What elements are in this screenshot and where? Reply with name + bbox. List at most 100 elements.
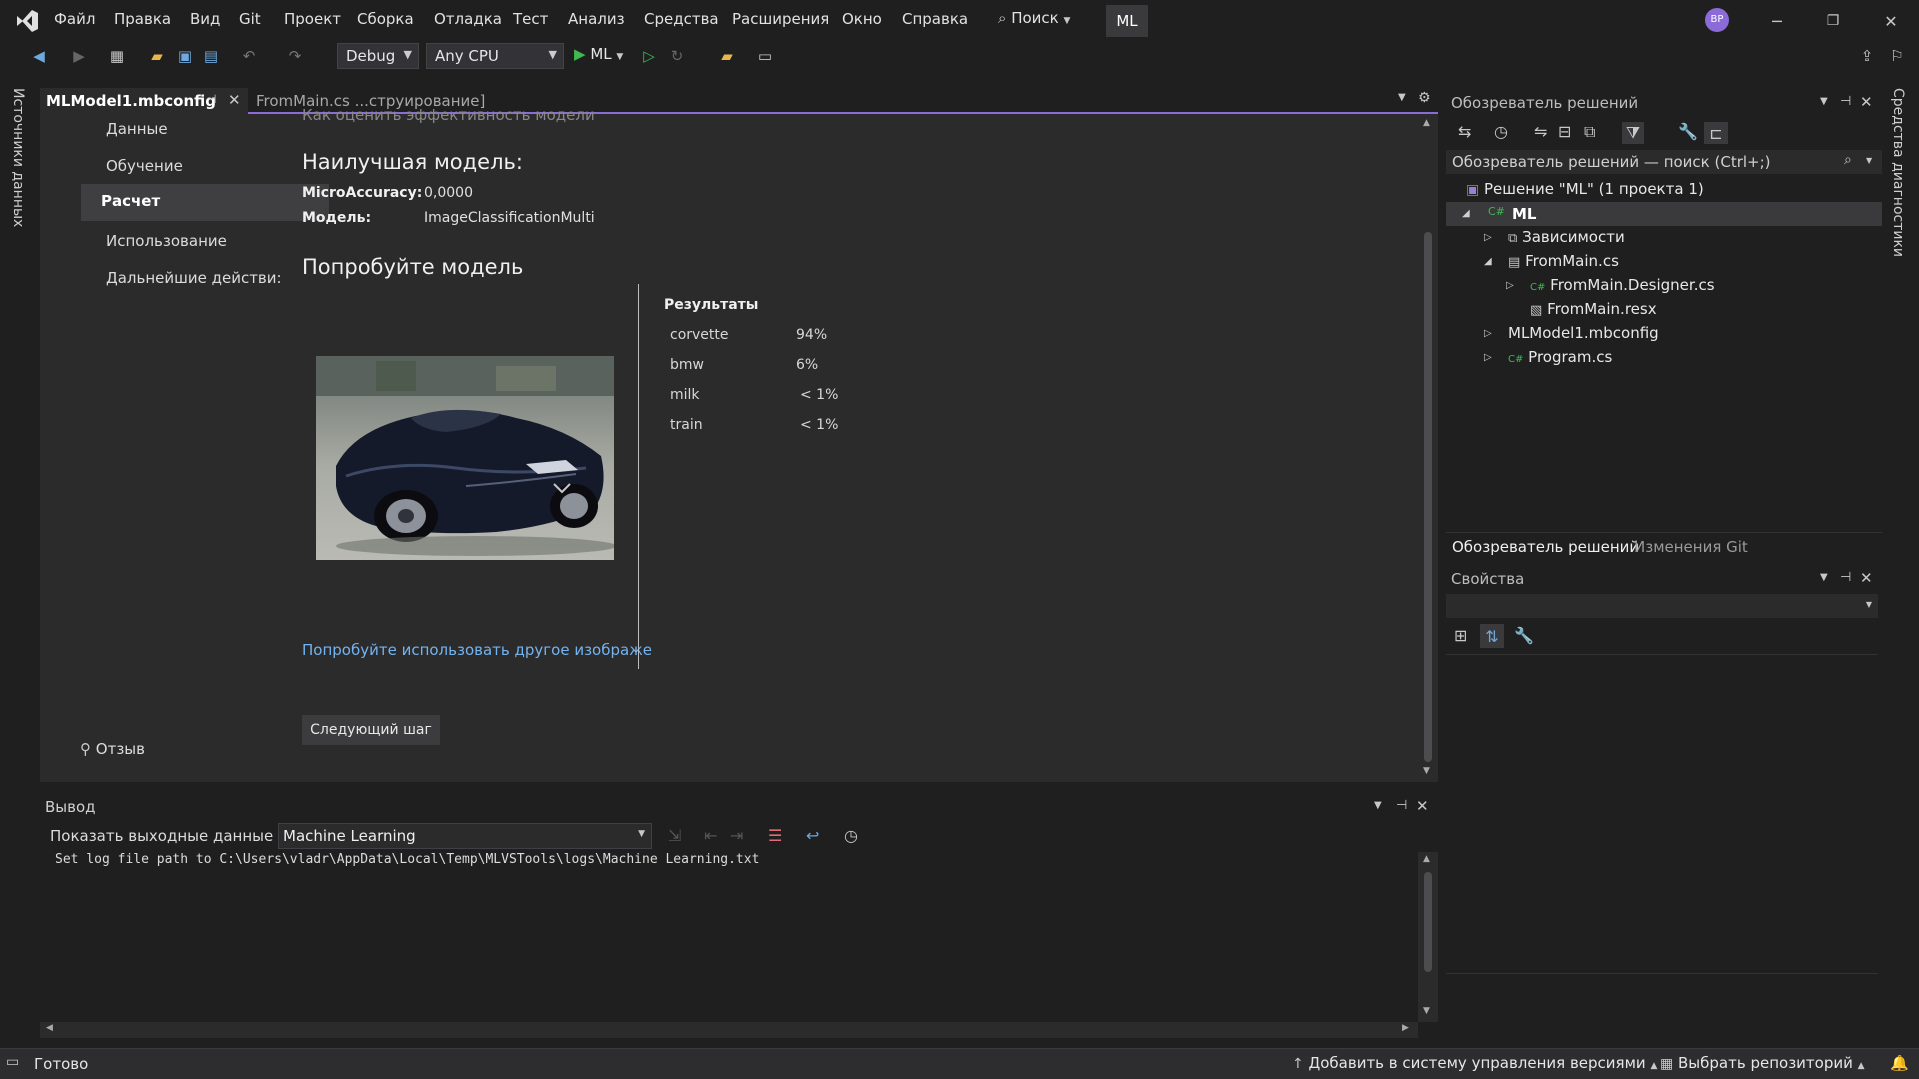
scroll-down-icon[interactable]: ▼ bbox=[1423, 1006, 1430, 1016]
switch-views-icon[interactable]: ⇆ bbox=[1458, 122, 1471, 141]
collapsed-arrow-icon[interactable]: ▷ bbox=[1484, 232, 1492, 243]
collapsed-arrow-icon[interactable]: ▷ bbox=[1484, 328, 1492, 339]
menu-window[interactable]: Окно bbox=[842, 10, 882, 28]
show-all-files-icon[interactable]: ⧉ bbox=[1584, 122, 1595, 142]
menu-file[interactable]: Файл bbox=[54, 10, 95, 28]
close-icon[interactable]: ✕ bbox=[1860, 93, 1873, 111]
tab-mlmodel1[interactable]: MLModel1.mbconfig ⊣ ✕ bbox=[40, 88, 248, 114]
filter-icon[interactable]: ⧩ bbox=[1622, 122, 1644, 144]
menu-edit[interactable]: Правка bbox=[114, 10, 171, 28]
close-icon[interactable]: ✕ bbox=[1860, 569, 1873, 587]
property-pages-icon[interactable]: 🔧 bbox=[1514, 626, 1534, 645]
hot-reload-icon[interactable]: ↻ bbox=[666, 45, 688, 67]
find-message-icon[interactable]: ⇲ bbox=[668, 826, 681, 845]
tree-item-dependencies[interactable]: ⧉ Зависимости bbox=[1508, 228, 1625, 246]
properties-wrench-icon[interactable]: 🔧 bbox=[1678, 122, 1698, 141]
data-sources-tab[interactable]: Источники данных bbox=[10, 88, 26, 228]
nav-training[interactable]: Обучение bbox=[106, 157, 183, 175]
history-icon[interactable]: ◷ bbox=[1494, 122, 1508, 141]
clear-all-icon[interactable]: ☰ bbox=[768, 826, 782, 845]
categorized-icon[interactable]: ⊞ bbox=[1454, 626, 1467, 645]
back-icon[interactable]: ◀ bbox=[28, 45, 50, 67]
undo-icon[interactable]: ↶ bbox=[238, 45, 260, 67]
alphabetical-icon[interactable]: ⇅ bbox=[1480, 624, 1504, 648]
minimize-icon[interactable]: ─ bbox=[1762, 6, 1792, 36]
nav-next-steps[interactable]: Дальнейшие действи: bbox=[106, 269, 282, 287]
menu-debug[interactable]: Отладка bbox=[434, 10, 502, 28]
tree-item-solution[interactable]: ▣ Решение "ML" (1 проекта 1) bbox=[1466, 180, 1704, 202]
clock-icon[interactable]: ◷ bbox=[844, 826, 858, 845]
next-step-button[interactable]: Следующий шаг bbox=[302, 715, 440, 745]
nav-data[interactable]: Данные bbox=[106, 120, 168, 138]
tree-item-frommain[interactable]: ▤ FromMain.cs bbox=[1508, 252, 1619, 270]
feedback-icon[interactable]: ⚐ bbox=[1886, 45, 1908, 67]
open-folder-icon[interactable]: ▰ bbox=[146, 45, 168, 67]
scroll-left-icon[interactable]: ◀ bbox=[46, 1023, 53, 1033]
output-vscrollbar[interactable]: ▲ ▼ bbox=[1418, 852, 1438, 1022]
platform-select[interactable]: Any CPU ▼ bbox=[426, 43, 564, 69]
layout-icon[interactable]: ▭ bbox=[754, 45, 776, 67]
properties-object-select[interactable]: ▼ bbox=[1446, 594, 1878, 618]
configuration-select[interactable]: Debug ▼ bbox=[337, 43, 419, 69]
start-without-debug-icon[interactable]: ▷ bbox=[638, 45, 660, 67]
redo-icon[interactable]: ↷ bbox=[284, 45, 306, 67]
tree-item-program[interactable]: C# Program.cs bbox=[1508, 348, 1612, 366]
tree-item-resx[interactable]: ▧ FromMain.resx bbox=[1530, 300, 1657, 318]
next-message-icon[interactable]: ⇥ bbox=[730, 826, 743, 845]
menu-help[interactable]: Справка bbox=[902, 10, 968, 28]
solution-folder-icon[interactable]: ▰ bbox=[716, 45, 738, 67]
sync-icon[interactable]: ⇋ bbox=[1534, 122, 1547, 141]
output-source-select[interactable]: Machine Learning ▼ bbox=[278, 823, 652, 849]
scroll-up-icon[interactable]: ▲ bbox=[1423, 854, 1430, 864]
forward-icon[interactable]: ▶ bbox=[68, 45, 90, 67]
pin-icon[interactable]: ⊣ bbox=[1396, 798, 1407, 813]
menu-tools[interactable]: Средства bbox=[644, 10, 719, 28]
scroll-thumb[interactable] bbox=[1424, 872, 1432, 972]
search-button[interactable]: ⌕ Поиск ▼ bbox=[998, 9, 1070, 33]
preview-icon[interactable]: ⊏ bbox=[1704, 122, 1728, 144]
menu-git[interactable]: Git bbox=[239, 10, 261, 28]
word-wrap-icon[interactable]: ↩ bbox=[806, 826, 819, 845]
editor-scrollbar[interactable]: ▲ ▼ bbox=[1418, 114, 1438, 782]
panel-menu-chevron-icon[interactable]: ▼ bbox=[1820, 96, 1828, 107]
feedback-link[interactable]: ⚲ Отзыв bbox=[80, 740, 145, 758]
pin-icon[interactable]: ⊣ bbox=[1840, 570, 1851, 585]
tab-solution-explorer[interactable]: Обозреватель решений bbox=[1452, 538, 1639, 556]
menu-view[interactable]: Вид bbox=[190, 10, 220, 28]
scroll-up-icon[interactable]: ▲ bbox=[1423, 118, 1430, 128]
expanded-arrow-icon[interactable]: ◢ bbox=[1484, 256, 1492, 267]
new-item-icon[interactable]: ▦ bbox=[106, 45, 128, 67]
add-to-source-control-button[interactable]: ↑ Добавить в систему управления версиями… bbox=[1292, 1054, 1657, 1072]
collapsed-arrow-icon[interactable]: ▷ bbox=[1484, 352, 1492, 363]
pin-icon[interactable]: ⊣ bbox=[1840, 94, 1851, 109]
tree-item-designer[interactable]: C# FromMain.Designer.cs bbox=[1530, 276, 1715, 294]
menu-project[interactable]: Проект bbox=[284, 10, 341, 28]
try-another-image-link[interactable]: Попробуйте использовать другое изображе bbox=[302, 641, 652, 659]
close-icon[interactable]: ✕ bbox=[1876, 6, 1906, 36]
close-icon[interactable]: ✕ bbox=[1416, 797, 1429, 815]
panel-menu-chevron-icon[interactable]: ▼ bbox=[1820, 572, 1828, 583]
tab-git-changes[interactable]: Изменения Git bbox=[1634, 538, 1748, 556]
restore-icon[interactable]: ❐ bbox=[1818, 6, 1848, 36]
solution-search-field[interactable]: Обозреватель решений — поиск (Ctrl+;) ⌕ … bbox=[1446, 150, 1882, 174]
gear-icon[interactable]: ⚙ bbox=[1418, 90, 1431, 106]
tree-item-mbconfig[interactable]: MLModel1.mbconfig bbox=[1508, 324, 1659, 342]
save-icon[interactable]: ▣ bbox=[174, 45, 196, 67]
save-all-icon[interactable]: ▤ bbox=[200, 45, 222, 67]
tab-list-chevron-icon[interactable]: ▼ bbox=[1398, 92, 1406, 103]
scroll-down-icon[interactable]: ▼ bbox=[1423, 766, 1430, 776]
output-text-area[interactable]: Set log file path to C:\Users\vladr\AppD… bbox=[40, 852, 1418, 1022]
panel-menu-chevron-icon[interactable]: ▼ bbox=[1374, 800, 1382, 811]
output-hscrollbar[interactable]: ◀ ▶ bbox=[40, 1022, 1418, 1038]
menu-test[interactable]: Тест bbox=[513, 10, 548, 28]
menu-extensions[interactable]: Расширения bbox=[732, 10, 829, 28]
select-repository-button[interactable]: ▦ Выбрать репозиторий ▲ bbox=[1660, 1054, 1865, 1072]
nav-evaluate[interactable]: Расчет bbox=[81, 184, 329, 221]
notifications-icon[interactable]: 🔔 bbox=[1890, 1054, 1909, 1072]
diagnostic-tools-tab[interactable]: Средства диагностики bbox=[1890, 88, 1906, 258]
prev-message-icon[interactable]: ⇤ bbox=[704, 826, 717, 845]
tree-item-project-ml[interactable]: ◢ C# ML bbox=[1446, 202, 1882, 226]
collapsed-arrow-icon[interactable]: ▷ bbox=[1506, 280, 1514, 291]
collapse-all-icon[interactable]: ⊟ bbox=[1558, 122, 1571, 141]
menu-analyze[interactable]: Анализ bbox=[568, 10, 625, 28]
